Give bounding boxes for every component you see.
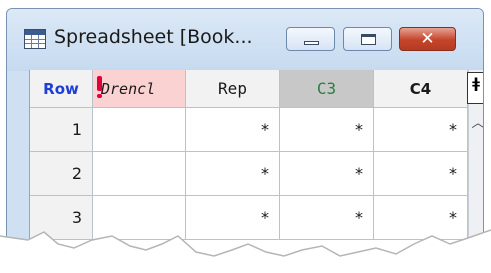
chevron-up-icon[interactable]: ︿ <box>469 112 483 131</box>
table-cell[interactable]: * <box>280 108 374 152</box>
vertical-scrollbar[interactable]: ǂ ︿ <box>467 70 483 267</box>
table-cell[interactable]: * <box>280 152 374 196</box>
maximize-button[interactable] <box>343 27 392 51</box>
close-button[interactable]: ✕ <box>399 27 456 51</box>
table-cell[interactable]: * <box>186 108 280 152</box>
row-number[interactable]: 2 <box>30 152 93 196</box>
row-number[interactable]: 3 <box>30 196 93 240</box>
window-title: Spreadsheet [Book... <box>54 26 253 48</box>
minimize-button[interactable] <box>286 27 335 51</box>
table-cell[interactable]: * <box>280 196 374 240</box>
table-cell[interactable]: * <box>374 108 468 152</box>
table-cell[interactable] <box>93 108 186 152</box>
row-number[interactable]: 1 <box>30 108 93 152</box>
close-icon: ✕ <box>420 29 435 49</box>
minimize-icon <box>304 41 319 45</box>
freeze-pin-button[interactable]: ǂ <box>467 72 483 104</box>
table-cell[interactable]: * <box>374 152 468 196</box>
table-cell[interactable] <box>93 152 186 196</box>
spreadsheet-window: Spreadsheet [Book... ✕ Row Drencl Rep C3… <box>6 8 484 268</box>
column-header-c1[interactable]: Drencl <box>93 70 186 108</box>
table-cell[interactable] <box>93 196 186 240</box>
column-header-c2[interactable]: Rep <box>186 70 280 108</box>
row-header-label: Row <box>30 70 93 108</box>
table-cell[interactable]: * <box>186 196 280 240</box>
table-cell[interactable]: * <box>186 152 280 196</box>
column-header-c3[interactable]: C3 <box>280 70 374 108</box>
title-bar[interactable]: Spreadsheet [Book... ✕ <box>7 9 483 71</box>
maximize-icon <box>361 34 376 45</box>
freeze-pin-icon: ǂ <box>472 76 480 92</box>
table-cell[interactable]: * <box>374 196 468 240</box>
column-header-c4[interactable]: C4 <box>374 70 468 108</box>
spreadsheet-icon <box>24 29 46 49</box>
required-marker-icon <box>97 76 102 98</box>
column-header-label: Drencl <box>101 80 156 98</box>
spreadsheet-grid: Row Drencl Rep C3 C4 1 * * * 2 * * * 3 *… <box>29 70 483 267</box>
